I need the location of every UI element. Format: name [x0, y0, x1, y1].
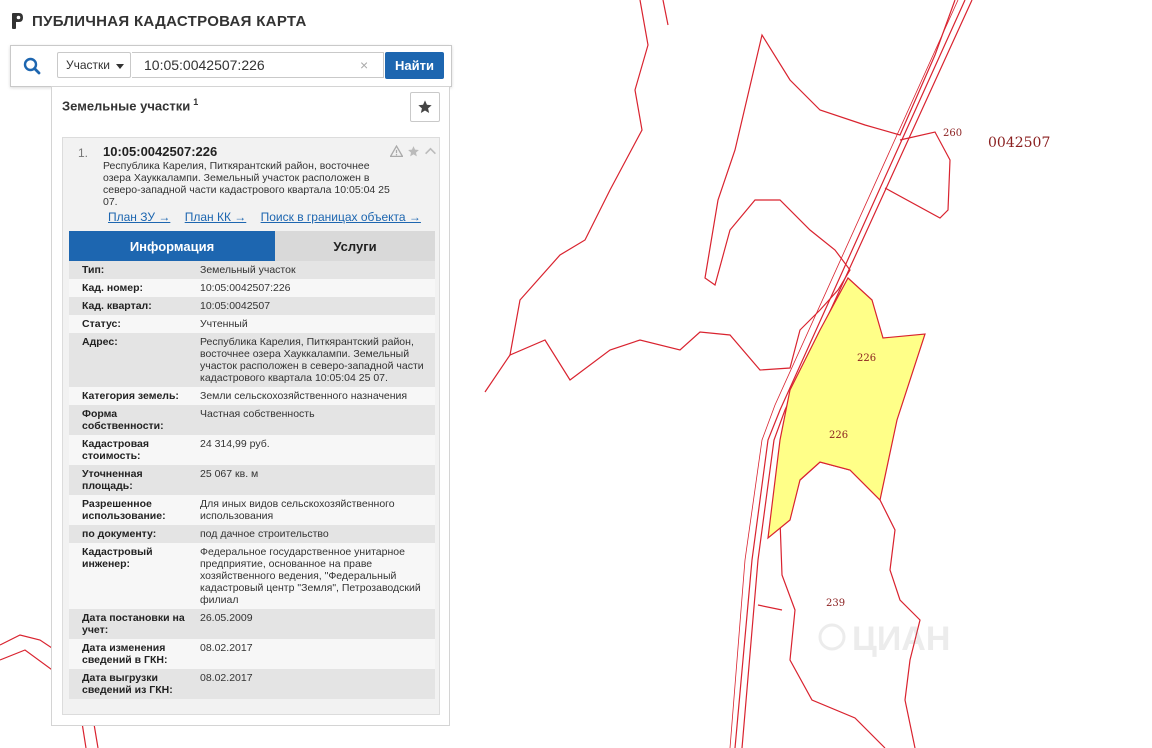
tab-info[interactable]: Информация — [69, 231, 275, 261]
watermark-text: ЦИАН — [852, 620, 950, 658]
star-icon — [418, 100, 432, 113]
favorites-button[interactable] — [410, 92, 440, 122]
collapse-chevron-up-icon[interactable] — [423, 144, 437, 158]
result-links: План ЗУ → План КК → Поиск в границах объ… — [108, 210, 432, 224]
row-value: Учтенный — [200, 318, 248, 330]
row-label: Кад. номер: — [82, 282, 144, 294]
table-row: Дата изменения сведений в ГКН: 08.02.2017 — [69, 639, 435, 669]
row-value: Федеральное государственное унитарное пр… — [200, 546, 421, 606]
map-label-226-b: 226 — [829, 430, 848, 441]
row-label: Уточненная площадь: — [82, 468, 143, 492]
result-tabs: Информация Услуги — [69, 231, 435, 261]
row-label: Дата выгрузки сведений из ГКН: — [82, 672, 173, 696]
parcel-260[interactable] — [884, 131, 951, 219]
row-label: Адрес: — [82, 336, 118, 348]
results-panel: Земельные участки 1 1. 10:05:0042507:226 … — [51, 86, 450, 726]
row-label: Разрешенное использование: — [82, 498, 166, 522]
row-value: Земельный участок — [200, 264, 296, 276]
app-title: ПУБЛИЧНАЯ КАДАСТРОВАЯ КАРТА — [32, 12, 307, 30]
row-value: 26.05.2009 — [200, 612, 253, 624]
table-row: по документу: под дачное строительство — [69, 525, 435, 543]
row-label: Кадастровая стоимость: — [82, 438, 149, 462]
table-row: Дата постановки на учет: 26.05.2009 — [69, 609, 435, 639]
panel-title: Земельные участки 1 — [62, 97, 198, 113]
table-row: Кадастровый инженер: Федеральное государс… — [69, 543, 435, 609]
result-cadastral-number[interactable]: 10:05:0042507:226 — [103, 144, 217, 159]
row-label: Дата изменения сведений в ГКН: — [82, 642, 168, 666]
row-value: Земли сельскохозяйственного назначения — [200, 390, 408, 402]
row-label: Кад. квартал: — [82, 300, 152, 312]
table-row: Разрешенное использование: Для иных видов… — [69, 495, 435, 525]
row-value: 25 067 кв. м — [200, 468, 259, 480]
result-star-icon[interactable] — [406, 144, 420, 158]
table-row: Форма собственности: Частная собственност… — [69, 405, 435, 435]
table-row: Уточненная площадь: 25 067 кв. м — [69, 465, 435, 495]
table-row: Категория земель: Земли сельскохозяйствен… — [69, 387, 435, 405]
map-label-226-a: 226 — [857, 353, 876, 364]
row-value: Республика Карелия, Питкярантский район,… — [200, 336, 424, 384]
row-value: Для иных видов сельскохозяйственного исп… — [200, 498, 395, 522]
table-row: Тип: Земельный участок — [69, 261, 435, 279]
cadastral-number-link[interactable]: 10:05:0042507:226 — [193, 279, 435, 297]
link-plan-kk[interactable]: План КК → — [185, 210, 247, 224]
panel-title-text: Земельные участки — [62, 98, 191, 114]
find-button[interactable]: Найти — [385, 52, 444, 79]
chevron-down-icon — [116, 64, 124, 69]
result-tools — [389, 144, 437, 158]
row-label: Форма собственности: — [82, 408, 164, 432]
row-label: по документу: — [82, 528, 157, 540]
row-label: Категория земель: — [82, 390, 179, 402]
map-label-260: 260 — [943, 128, 962, 139]
table-row: Дата выгрузки сведений из ГКН: 08.02.2017 — [69, 669, 435, 699]
row-label: Кадастровый инженер: — [82, 546, 153, 570]
clear-icon[interactable]: × — [360, 56, 374, 74]
result-description: Республика Карелия, Питкярантский район,… — [103, 160, 390, 208]
link-plan-zu[interactable]: План ЗУ → — [108, 210, 170, 224]
results-count: 1 — [193, 97, 199, 107]
parcel-239[interactable] — [779, 461, 921, 748]
watermark: ЦИАН — [818, 620, 950, 658]
app-logo-icon — [12, 13, 23, 29]
warning-icon[interactable] — [389, 144, 403, 158]
app-header: ПУБЛИЧНАЯ КАДАСТРОВАЯ КАРТА — [10, 12, 307, 30]
table-row: Кад. квартал: 10:05:0042507 — [69, 297, 435, 315]
row-label: Тип: — [82, 264, 105, 276]
table-row: Кад. номер: 10:05:0042507:226 — [69, 279, 435, 297]
search-type-label: Участки — [66, 58, 110, 72]
map-label-239: 239 — [826, 598, 845, 609]
link-search-in-bounds[interactable]: Поиск в границах объекта → — [261, 210, 421, 224]
table-row: Адрес: Республика Карелия, Питкярантский … — [69, 333, 435, 387]
search-input[interactable] — [132, 52, 384, 78]
map-label-quarter: 0042507 — [988, 135, 1050, 151]
info-table: Тип: Земельный участок Кад. номер: 10:05:0… — [69, 261, 435, 699]
row-value: 24 314,99 руб. — [200, 438, 270, 450]
table-row: Статус: Учтенный — [69, 315, 435, 333]
watermark-logo-icon — [818, 623, 846, 651]
tab-services[interactable]: Услуги — [275, 231, 435, 261]
search-bar: Участки × Найти — [10, 45, 452, 87]
result-index: 1. — [78, 146, 89, 160]
row-value: 08.02.2017 — [200, 672, 253, 684]
row-value: под дачное строительство — [200, 528, 329, 540]
search-type-select[interactable]: Участки — [57, 52, 131, 78]
row-value: Частная собственность — [200, 408, 315, 420]
search-icon[interactable] — [11, 46, 53, 86]
row-label: Статус: — [82, 318, 121, 330]
result-item: 1. 10:05:0042507:226 Республика Карелия,… — [62, 137, 440, 715]
table-row: Кадастровая стоимость: 24 314,99 руб. — [69, 435, 435, 465]
row-value: 08.02.2017 — [200, 642, 253, 654]
selected-parcel-226[interactable] — [767, 277, 926, 540]
row-label: Дата постановки на учет: — [82, 612, 185, 636]
cadastral-quarter-link[interactable]: 10:05:0042507 — [193, 297, 435, 315]
